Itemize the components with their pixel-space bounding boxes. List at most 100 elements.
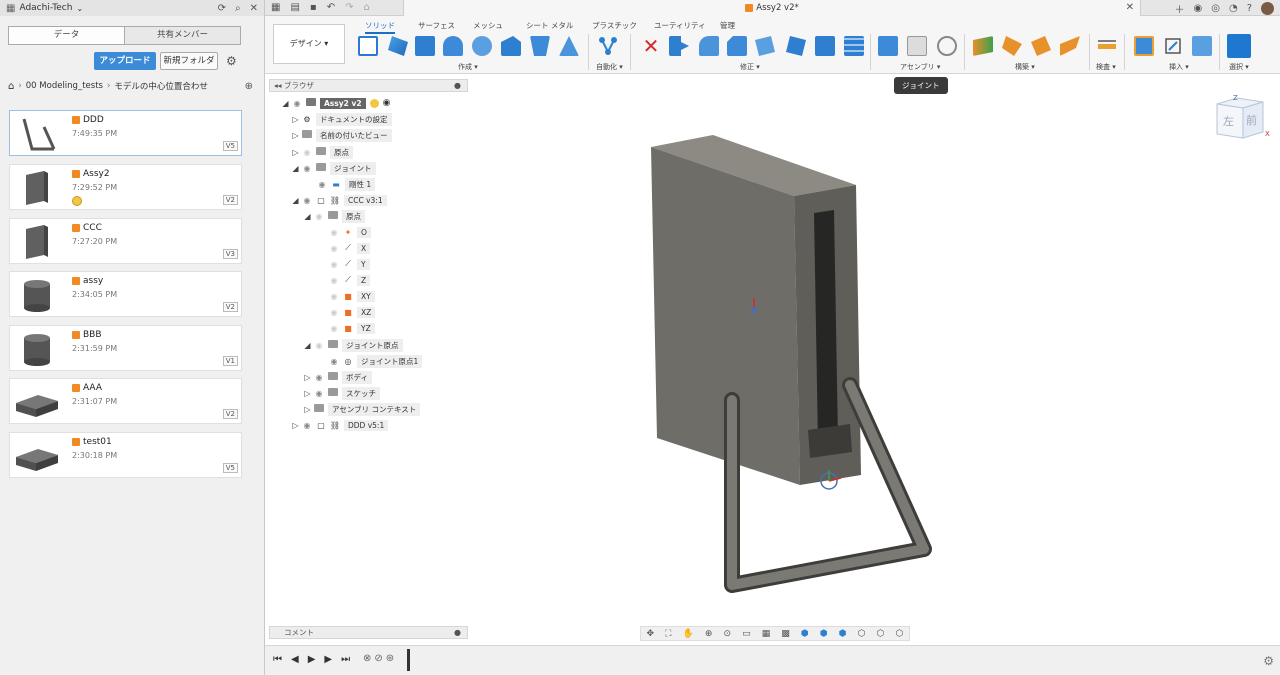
- workspace-switcher[interactable]: デザイン ▾: [273, 24, 345, 64]
- tree-node-named-views[interactable]: ▷ 名前の付いたビュー: [291, 128, 392, 142]
- tab-shared-members[interactable]: 共有メンバー: [124, 27, 240, 44]
- chamfer-icon[interactable]: [727, 36, 747, 56]
- tree-node-axis-z[interactable]: ◉ ⟋ Z: [327, 273, 371, 287]
- orbit-icon[interactable]: ✥: [647, 629, 655, 639]
- file-card-ccc[interactable]: CCC 7:27:20 PM V3: [9, 218, 242, 264]
- eye-icon[interactable]: ◉: [300, 421, 314, 430]
- eye-icon[interactable]: ◉: [312, 373, 326, 382]
- expand-icon[interactable]: ▷: [291, 115, 300, 124]
- create-sketch-icon[interactable]: [358, 36, 378, 56]
- home-icon[interactable]: ⌂: [8, 81, 14, 92]
- activate-radio-icon[interactable]: ◉: [383, 98, 391, 108]
- cone-icon[interactable]: [559, 36, 579, 56]
- tree-node-assembly-context[interactable]: ▷ アセンブリ コンテキスト: [303, 402, 421, 416]
- redo-icon[interactable]: ↷: [345, 2, 353, 13]
- tree-node-sketches[interactable]: ▷ ◉ スケッチ: [303, 386, 380, 400]
- create-form-icon[interactable]: [388, 36, 408, 56]
- eye-icon[interactable]: ◉: [327, 308, 341, 317]
- breadcrumb-folder[interactable]: モデルの中心位置合わせ: [114, 80, 208, 92]
- tab-data[interactable]: データ: [9, 27, 124, 44]
- search-icon[interactable]: ⌕: [235, 3, 241, 14]
- tree-node-origin-point[interactable]: ◉ ✦ O: [327, 225, 371, 239]
- eye-icon[interactable]: ◉: [290, 99, 304, 108]
- look-at-icon[interactable]: ⛶: [665, 629, 671, 639]
- split-body-icon[interactable]: [844, 36, 864, 56]
- expand-icon[interactable]: ◢: [291, 196, 300, 205]
- expand-icon[interactable]: ▷: [291, 148, 300, 157]
- pan-icon[interactable]: ✋: [683, 629, 694, 639]
- version-badge[interactable]: V2: [222, 302, 238, 312]
- group-assemble[interactable]: アセンブリ ▾: [900, 62, 940, 72]
- box-icon[interactable]: [501, 36, 521, 56]
- fillet-icon[interactable]: [699, 36, 719, 56]
- delete-icon[interactable]: ✕: [641, 36, 661, 56]
- timeline-feature-joint-icon[interactable]: ⊘: [374, 653, 382, 664]
- comments-panel[interactable]: コメント ●: [269, 626, 468, 639]
- eye-icon[interactable]: ◉: [312, 212, 326, 221]
- expand-icon[interactable]: ◢: [303, 341, 312, 350]
- group-insert[interactable]: 挿入 ▾: [1169, 62, 1189, 72]
- eye-icon[interactable]: ◉: [327, 292, 341, 301]
- press-pull-icon[interactable]: [669, 36, 689, 56]
- tree-node-bodies[interactable]: ▷ ◉ ボディ: [303, 370, 372, 384]
- viewcube[interactable]: 左 前 Z X: [1213, 92, 1271, 144]
- undo-icon[interactable]: ↶: [327, 2, 335, 13]
- midplane-icon[interactable]: [1060, 36, 1080, 56]
- shaded-view-icon[interactable]: ⬢: [801, 629, 809, 639]
- eye-icon[interactable]: ◉: [300, 164, 314, 173]
- tree-node-ccc[interactable]: ◢ ◉ ▢ ⛓ CCC v3:1: [291, 193, 387, 207]
- zoom-icon[interactable]: ⊕: [705, 629, 713, 639]
- group-construct[interactable]: 構築 ▾: [1015, 62, 1035, 72]
- insert-derive-icon[interactable]: [1134, 36, 1154, 56]
- breadcrumb-project[interactable]: 00 Modeling_tests: [26, 81, 103, 91]
- tree-node-axis-x[interactable]: ◉ ⟋ X: [327, 241, 371, 255]
- file-card-aaa[interactable]: AAA 2:31:07 PM V2: [9, 378, 242, 424]
- eye-icon[interactable]: ◉: [312, 341, 326, 350]
- grid-apps-icon[interactable]: ▦: [6, 3, 15, 14]
- tree-node-ddd[interactable]: ▷ ◉ ▢ ⛓ DDD v5:1: [291, 418, 389, 432]
- eye-icon[interactable]: ◉: [300, 196, 314, 205]
- group-select[interactable]: 選択 ▾: [1229, 62, 1249, 72]
- help-icon[interactable]: ?: [1247, 3, 1252, 14]
- avatar[interactable]: [1261, 2, 1274, 15]
- camera-icon[interactable]: ⬡: [896, 629, 904, 639]
- expand-icon[interactable]: ▷: [291, 421, 300, 430]
- expand-icon[interactable]: ◢: [291, 164, 300, 173]
- tree-node-root[interactable]: ◢ ◉ Assy2 v2 ◉: [281, 96, 390, 110]
- timeline-feature-component-icon[interactable]: ⊗: [363, 653, 371, 664]
- play-icon[interactable]: ▶: [308, 654, 316, 665]
- pin-icon[interactable]: ●: [454, 80, 461, 91]
- chevron-down-icon[interactable]: ⌄: [76, 4, 83, 13]
- eye-icon[interactable]: ◉: [327, 228, 341, 237]
- display-settings-icon[interactable]: ▭: [742, 629, 751, 639]
- group-create[interactable]: 作成 ▾: [458, 62, 478, 72]
- eye-icon[interactable]: ◉: [312, 389, 326, 398]
- tab-plastic[interactable]: プラスチック: [592, 20, 637, 31]
- gear-icon[interactable]: ⚙: [226, 54, 237, 68]
- tree-node-joints[interactable]: ◢ ◉ ジョイント: [291, 161, 376, 175]
- step-forward-icon[interactable]: ▶: [324, 654, 332, 665]
- viewcube-left-face[interactable]: 左: [1223, 115, 1234, 128]
- tab-sheet-metal[interactable]: シート メタル: [526, 20, 573, 31]
- shell-modify-icon[interactable]: [755, 36, 775, 56]
- shell-icon[interactable]: [530, 36, 550, 56]
- refresh-icon[interactable]: ⟳: [218, 3, 226, 14]
- tab-manage[interactable]: 管理: [720, 20, 735, 31]
- tree-node-ccc-origin[interactable]: ◢ ◉ 原点: [303, 209, 365, 223]
- pin-icon[interactable]: ●: [454, 627, 461, 638]
- home-icon[interactable]: ⌂: [363, 2, 369, 13]
- new-tab-icon[interactable]: ＋: [1174, 1, 1184, 16]
- tree-node-axis-y[interactable]: ◉ ⟋ Y: [327, 257, 370, 271]
- step-back-icon[interactable]: ◀: [291, 654, 299, 665]
- eye-icon[interactable]: ◉: [327, 357, 341, 366]
- insert-mesh-icon[interactable]: [1163, 36, 1183, 56]
- tab-utility[interactable]: ユーティリティ: [654, 20, 706, 31]
- file-card-assy2[interactable]: Assy2 7:29:52 PM V2: [9, 164, 242, 210]
- notifications-icon[interactable]: ◔: [1229, 3, 1238, 14]
- joint-icon[interactable]: [907, 36, 927, 56]
- environment-icon[interactable]: ⬢: [839, 629, 847, 639]
- save-icon[interactable]: ▪: [310, 2, 317, 13]
- tree-node-origin[interactable]: ▷ ◉ 原点: [291, 145, 353, 159]
- close-tab-icon[interactable]: ✕: [1126, 0, 1134, 16]
- new-component-icon[interactable]: [878, 36, 898, 56]
